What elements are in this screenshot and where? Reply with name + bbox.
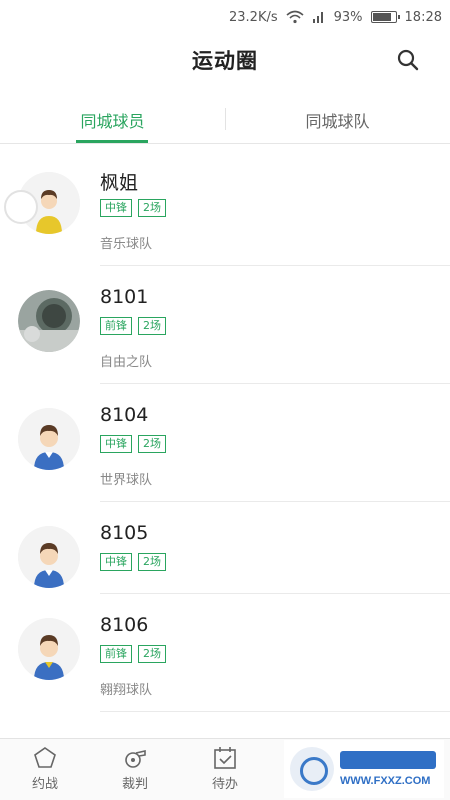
player-tags: 前锋 2场: [100, 317, 172, 335]
position-badge: 中锋: [100, 553, 132, 571]
nav-challenge[interactable]: 约战: [0, 739, 90, 800]
tab-divider: [225, 108, 226, 130]
player-tags: 前锋 2场: [100, 645, 172, 663]
position-badge: 中锋: [100, 199, 132, 217]
avatar: [18, 618, 80, 680]
tab-city-players[interactable]: 同城球员: [0, 96, 225, 143]
whistle-icon: [125, 750, 146, 768]
player-list: 枫姐 中锋 2场 音乐球队 8101 前锋 2场 自由之队 8104 中锋 2场…: [0, 148, 450, 712]
matches-badge: 2场: [138, 553, 166, 571]
tab-label: 同城球员: [80, 111, 145, 131]
matches-badge: 2场: [138, 317, 166, 335]
nav-label: 裁判: [121, 777, 148, 792]
matches-badge: 2场: [138, 199, 166, 217]
avatar: [18, 408, 80, 470]
avatar: [18, 526, 80, 588]
watermark-banner: [340, 751, 436, 769]
list-item[interactable]: 8104 中锋 2场 世界球队: [0, 384, 450, 502]
player-name: 8105: [100, 522, 149, 544]
team-name: 自由之队: [100, 355, 153, 370]
team-name: 世界球队: [100, 473, 153, 488]
divider: [100, 711, 450, 712]
position-badge: 前锋: [100, 645, 132, 663]
list-item[interactable]: 枫姐 中锋 2场 音乐球队: [0, 148, 450, 266]
nav-referee[interactable]: 裁判: [90, 739, 180, 800]
app-header: 运动圈: [0, 34, 450, 86]
watermark-logo: WWW.FXXZ.COM: [284, 740, 444, 798]
avatar: [18, 290, 80, 352]
tab-label: 同城球队: [305, 111, 370, 131]
status-bar: 23.2K/s 93% 18:28: [0, 0, 450, 34]
player-tags: 中锋 2场: [100, 553, 172, 571]
tab-city-teams[interactable]: 同城球队: [225, 96, 450, 143]
nav-label: 待办: [211, 777, 238, 792]
watermark-icon: [290, 747, 334, 791]
player-name: 8106: [100, 614, 149, 636]
player-name: 8101: [100, 286, 149, 308]
position-badge: 前锋: [100, 317, 132, 335]
position-badge: 中锋: [100, 435, 132, 453]
wifi-icon: [286, 10, 304, 24]
matches-badge: 2场: [138, 435, 166, 453]
calendar-check-icon: [214, 747, 236, 769]
nav-label: 约战: [31, 777, 58, 792]
watermark-url: WWW.FXXZ.COM: [340, 775, 431, 787]
team-name: 翱翔球队: [100, 683, 153, 698]
clock: 18:28: [404, 9, 442, 25]
player-name: 8104: [100, 404, 149, 426]
search-icon[interactable]: [394, 46, 422, 74]
player-tags: 中锋 2场: [100, 435, 172, 453]
pentagon-icon: [34, 747, 56, 768]
list-item[interactable]: 8101 前锋 2场 自由之队: [0, 266, 450, 384]
matches-badge: 2场: [138, 645, 166, 663]
toggle-indicator[interactable]: [4, 190, 38, 224]
page-title: 运动圈: [192, 49, 258, 73]
battery-icon: [370, 11, 400, 23]
list-item[interactable]: 8105 中锋 2场: [0, 502, 450, 594]
tab-bar: 同城球员 同城球队: [0, 96, 450, 144]
player-name: 枫姐: [100, 172, 139, 194]
signal-icon: [312, 10, 326, 24]
battery-percent: 93%: [333, 9, 363, 25]
list-item[interactable]: 8106 前锋 2场 翱翔球队: [0, 594, 450, 712]
player-tags: 中锋 2场: [100, 199, 172, 217]
network-speed: 23.2K/s: [229, 9, 278, 25]
team-name: 音乐球队: [100, 237, 153, 252]
nav-todo[interactable]: 待办: [180, 739, 270, 800]
